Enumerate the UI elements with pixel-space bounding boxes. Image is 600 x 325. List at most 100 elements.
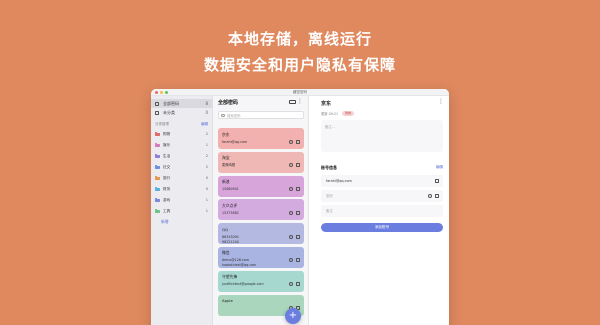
more-options-icon[interactable]: ⋮ bbox=[297, 98, 303, 105]
account-value: farahi@qq.com bbox=[326, 179, 352, 183]
eye-icon[interactable] bbox=[289, 282, 293, 287]
password-placeholder: 密码 bbox=[326, 194, 333, 198]
eye-icon[interactable] bbox=[289, 234, 293, 239]
category-label: 财务 bbox=[163, 187, 171, 191]
folder-icon bbox=[155, 175, 160, 181]
more-options-icon[interactable]: ⋮ bbox=[438, 98, 444, 105]
sidebar: 全部密码 8 未分类 0 分类管理 编辑 购物 2 娱乐 1 生活 2 社交 2 旅行 0 财务 0 游… bbox=[151, 96, 213, 325]
copy-icon[interactable] bbox=[296, 282, 300, 287]
category-label: 社交 bbox=[163, 165, 171, 169]
copy-icon[interactable] bbox=[435, 194, 439, 198]
copy-icon[interactable] bbox=[296, 187, 300, 192]
password-card[interactable]: 淘宝 麦辣鸡翅 bbox=[218, 151, 304, 173]
category-count: 1 bbox=[205, 198, 208, 202]
card-name: Apple bbox=[222, 298, 233, 304]
add-account-button[interactable]: 添加账号 bbox=[321, 223, 443, 232]
add-password-button[interactable]: + bbox=[285, 308, 301, 324]
detail-meta: 更新 09:21 bbox=[321, 112, 339, 116]
category-label: 购物 bbox=[163, 132, 171, 136]
sidebar-item-count: 0 bbox=[205, 110, 208, 115]
password-card[interactable]: 新浪 15080941 bbox=[218, 175, 304, 197]
account-field[interactable]: farahi@qq.com bbox=[321, 175, 443, 187]
card-name: 大众点评 bbox=[222, 202, 238, 208]
folder-icon bbox=[155, 164, 160, 170]
remark-placeholder: 备注 bbox=[326, 209, 333, 213]
password-list-panel: 全部密码 ⋮ 京东 farahi@qq.com 淘宝麦辣鸡翅新浪 15080941 大众… bbox=[213, 96, 309, 325]
sidebar-category-item[interactable]: 购物 2 bbox=[151, 129, 212, 140]
category-label: 旅行 bbox=[163, 176, 171, 180]
copy-icon[interactable] bbox=[435, 179, 439, 183]
key-icon bbox=[155, 101, 159, 106]
category-count: 2 bbox=[205, 132, 208, 136]
sidebar-item-uncategorized[interactable]: 未分类 0 bbox=[151, 108, 212, 117]
eye-icon[interactable] bbox=[289, 187, 293, 192]
card-view-icon[interactable] bbox=[289, 100, 296, 104]
document-icon bbox=[155, 110, 159, 115]
category-tag[interactable]: 购物 bbox=[342, 110, 355, 116]
search-bar[interactable] bbox=[218, 111, 304, 119]
category-label: 娱乐 bbox=[163, 143, 171, 147]
category-label: 游戏 bbox=[163, 198, 171, 202]
password-field[interactable]: 密码 bbox=[321, 190, 443, 202]
folder-icon bbox=[155, 208, 160, 214]
sidebar-category-item[interactable]: 旅行 0 bbox=[151, 173, 212, 184]
sidebar-category-item[interactable]: 财务 0 bbox=[151, 184, 212, 195]
password-card[interactable]: 微信 demo@126.com haotothiest@qq.com bbox=[218, 246, 304, 268]
edit-categories-button[interactable]: 编辑 bbox=[201, 120, 208, 129]
sidebar-item-label: 全部密码 bbox=[163, 101, 179, 106]
edit-account-button[interactable]: 编辑 bbox=[436, 165, 443, 170]
remark-field[interactable]: 备注 bbox=[321, 205, 443, 217]
eye-icon[interactable] bbox=[428, 194, 432, 198]
notes-field[interactable]: 备注... bbox=[321, 120, 443, 152]
sidebar-category-item[interactable]: 娱乐 1 bbox=[151, 140, 212, 151]
folder-icon bbox=[155, 142, 160, 148]
copy-icon[interactable] bbox=[296, 258, 300, 263]
card-name: 微信 bbox=[222, 250, 230, 256]
eye-icon[interactable] bbox=[289, 163, 293, 168]
password-card[interactable]: QQ 66343094 98221240 bbox=[218, 223, 304, 245]
category-count: 0 bbox=[205, 187, 208, 191]
sidebar-category-item[interactable]: 工具 1 bbox=[151, 206, 212, 217]
card-account: 15373882 bbox=[222, 210, 239, 215]
sidebar-category-item[interactable]: 生活 2 bbox=[151, 151, 212, 162]
copy-icon[interactable] bbox=[296, 210, 300, 215]
sidebar-item-all-passwords[interactable]: 全部密码 8 bbox=[151, 99, 212, 108]
category-count: 2 bbox=[205, 154, 208, 158]
sidebar-item-count: 8 bbox=[205, 101, 208, 106]
card-account: 麦辣鸡翅 bbox=[222, 163, 236, 168]
list-title: 全部密码 bbox=[218, 100, 239, 106]
eye-icon[interactable] bbox=[289, 139, 293, 144]
sidebar-item-label: 未分类 bbox=[163, 110, 175, 115]
search-input[interactable] bbox=[227, 112, 301, 119]
headline-line-2: 数据安全和用户隐私有保障 bbox=[203, 56, 396, 74]
password-card[interactable]: 大众点评 15373882 bbox=[218, 199, 304, 221]
card-account: demo@126.com haotothiest@qq.com bbox=[222, 258, 257, 268]
sidebar-category-item[interactable]: 游戏 1 bbox=[151, 195, 212, 206]
detail-panel: 京东 ⋮ 更新 09:21 购物 备注... 账号信息 编辑 farahi@qq… bbox=[309, 96, 449, 325]
category-label: 工具 bbox=[163, 209, 171, 213]
eye-icon[interactable] bbox=[289, 258, 293, 263]
eye-icon[interactable] bbox=[289, 210, 293, 215]
folder-icon bbox=[155, 153, 160, 159]
category-count: 1 bbox=[205, 143, 208, 147]
password-card[interactable]: 京东 farahi@qq.com bbox=[218, 128, 304, 149]
card-name: 京东 bbox=[222, 131, 230, 137]
window-titlebar: 藏密密码 bbox=[151, 89, 449, 96]
copy-icon[interactable] bbox=[296, 139, 300, 144]
copy-icon[interactable] bbox=[296, 163, 300, 168]
list-header: 全部密码 ⋮ bbox=[213, 96, 308, 109]
card-account: justflicktest@google.com bbox=[222, 282, 264, 287]
account-section-title: 账号信息 bbox=[321, 165, 337, 170]
card-account: 66343094 98221240 bbox=[222, 234, 239, 244]
folder-icon bbox=[155, 186, 160, 192]
password-card[interactable]: 守望先锋 justflicktest@google.com bbox=[218, 270, 304, 292]
categories-header: 分类管理 编辑 bbox=[151, 120, 212, 129]
window-title: 藏密密码 bbox=[293, 90, 307, 94]
category-count: 0 bbox=[205, 176, 208, 180]
add-category-button[interactable]: 新增 bbox=[151, 217, 212, 227]
sidebar-category-item[interactable]: 社交 2 bbox=[151, 162, 212, 173]
headline-line-1: 本地存储，离线运行 bbox=[227, 30, 372, 48]
search-icon bbox=[221, 113, 225, 118]
copy-icon[interactable] bbox=[296, 234, 300, 239]
category-count: 2 bbox=[205, 165, 208, 169]
